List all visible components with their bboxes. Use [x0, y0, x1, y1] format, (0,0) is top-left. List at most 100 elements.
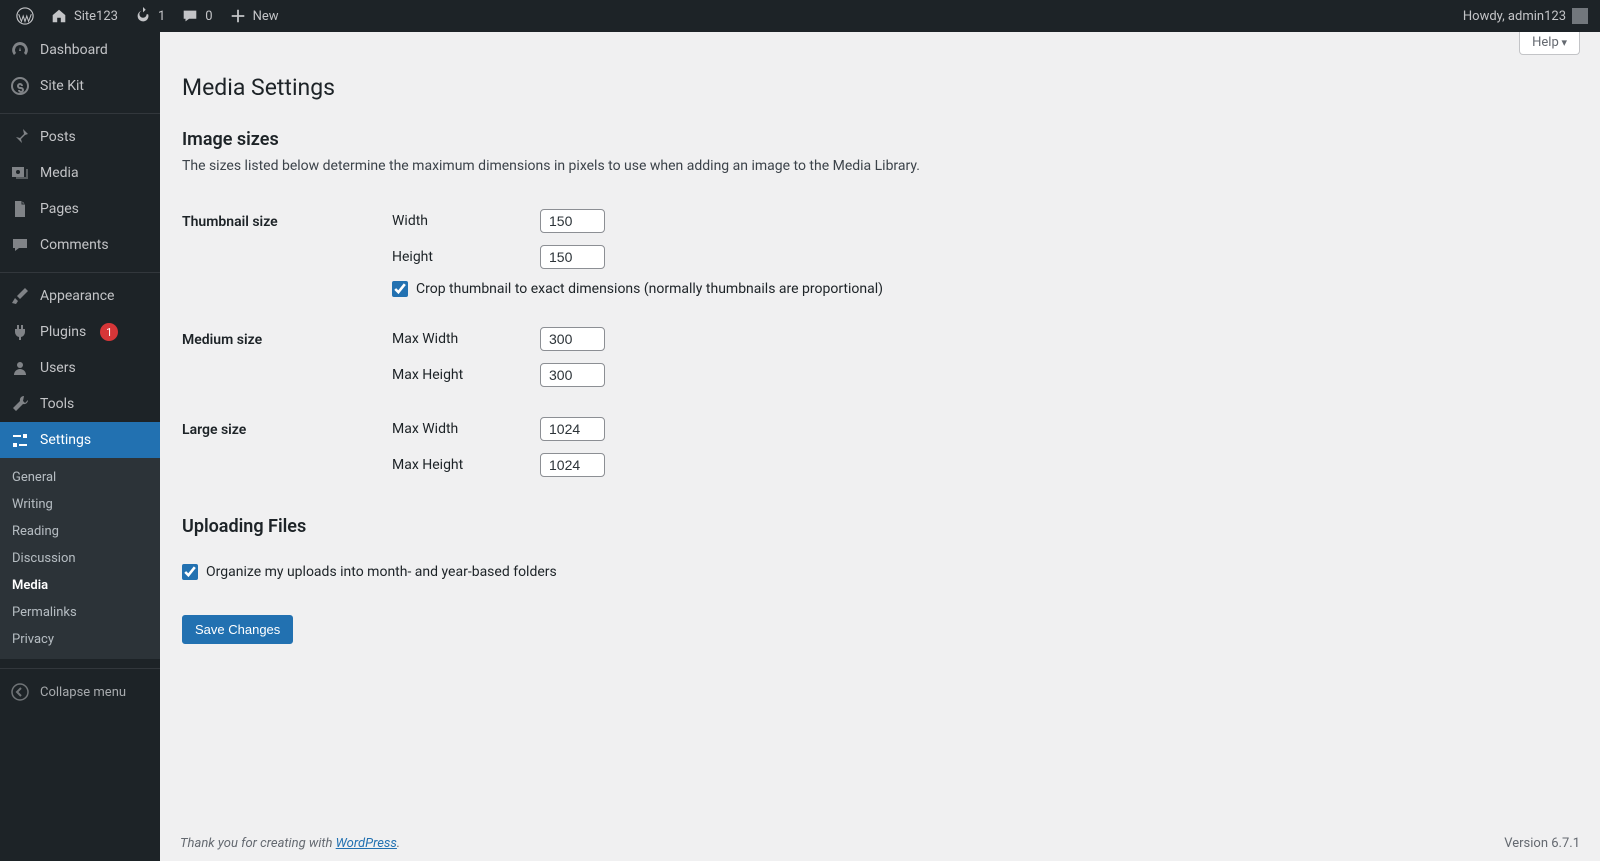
- menu-pages[interactable]: Pages: [0, 191, 160, 227]
- medium-row: Medium size Max Width Max Height: [182, 312, 1580, 402]
- sliders-icon: [10, 430, 30, 450]
- medium-height-input[interactable]: [540, 363, 605, 387]
- thumbnail-fields: Width Height Crop thumbnail to exact dim…: [382, 194, 1580, 312]
- organize-checkbox[interactable]: [182, 564, 198, 580]
- submenu-reading[interactable]: Reading: [0, 518, 160, 545]
- image-sizes-desc: The sizes listed below determine the max…: [182, 158, 1580, 174]
- menu-label: Plugins: [40, 324, 86, 340]
- page-title: Media Settings: [182, 65, 1580, 105]
- menu-settings[interactable]: Settings: [0, 422, 160, 458]
- large-row: Large size Max Width Max Height: [182, 402, 1580, 492]
- thumbnail-row: Thumbnail size Width Height Crop thumbna…: [182, 194, 1580, 312]
- medium-width-label: Max Width: [392, 331, 540, 347]
- comment-icon: [10, 235, 30, 255]
- updates-count: 1: [158, 9, 165, 24]
- medium-width-row: Max Width: [392, 327, 1570, 351]
- menu-label: Media: [40, 165, 79, 181]
- menu-plugins[interactable]: Plugins 1: [0, 314, 160, 350]
- settings-submenu: General Writing Reading Discussion Media…: [0, 458, 160, 659]
- menu-sitekit[interactable]: Site Kit: [0, 68, 160, 104]
- plus-icon: [229, 7, 247, 25]
- collapse-menu[interactable]: Collapse menu: [0, 674, 160, 710]
- sitekit-icon: [10, 76, 30, 96]
- page-icon: [10, 199, 30, 219]
- upload-table: Organize my uploads into month- and year…: [182, 545, 1580, 595]
- thumb-crop-checkbox[interactable]: [392, 281, 408, 297]
- submenu-discussion[interactable]: Discussion: [0, 545, 160, 572]
- menu-tools[interactable]: Tools: [0, 386, 160, 422]
- submenu-media[interactable]: Media: [0, 572, 160, 599]
- toolbar-right[interactable]: Howdy, admin123: [1463, 8, 1592, 24]
- menu-media[interactable]: Media: [0, 155, 160, 191]
- updates-link[interactable]: 1: [126, 0, 173, 32]
- comments-link[interactable]: 0: [173, 0, 220, 32]
- plugins-badge: 1: [100, 323, 118, 341]
- menu-label: Appearance: [40, 288, 114, 304]
- brush-icon: [10, 286, 30, 306]
- medium-height-row: Max Height: [392, 363, 1570, 387]
- menu-comments[interactable]: Comments: [0, 227, 160, 263]
- collapse-label: Collapse menu: [40, 685, 126, 700]
- menu-separator: [0, 268, 160, 273]
- help-tab[interactable]: Help: [1519, 32, 1580, 55]
- menu-label: Pages: [40, 201, 79, 217]
- thumb-width-label: Width: [392, 213, 540, 229]
- menu-separator: [0, 664, 160, 669]
- menu-appearance[interactable]: Appearance: [0, 278, 160, 314]
- footer-version: Version 6.7.1: [1504, 836, 1580, 851]
- menu-dashboard[interactable]: Dashboard: [0, 32, 160, 68]
- dashboard-icon: [10, 40, 30, 60]
- new-label: New: [253, 9, 279, 24]
- save-button[interactable]: Save Changes: [182, 615, 293, 644]
- comments-count: 0: [205, 9, 212, 24]
- medium-height-label: Max Height: [392, 367, 540, 383]
- update-icon: [134, 7, 152, 25]
- large-height-input[interactable]: [540, 453, 605, 477]
- menu-separator: [0, 109, 160, 114]
- thumb-width-input[interactable]: [540, 209, 605, 233]
- submenu-privacy[interactable]: Privacy: [0, 626, 160, 653]
- thumbnail-heading: Thumbnail size: [182, 194, 382, 312]
- greeting-text: Howdy, admin123: [1463, 9, 1566, 24]
- menu-label: Settings: [40, 432, 91, 448]
- pin-icon: [10, 127, 30, 147]
- large-heading: Large size: [182, 402, 382, 492]
- section-upload: Uploading Files: [182, 516, 1580, 537]
- submenu-permalinks[interactable]: Permalinks: [0, 599, 160, 626]
- footer: Thank you for creating with WordPress. V…: [160, 826, 1600, 861]
- large-height-row: Max Height: [392, 453, 1570, 477]
- menu-label: Users: [40, 360, 76, 376]
- comment-icon: [181, 7, 199, 25]
- toolbar-left: Site123 1 0 New: [8, 0, 287, 32]
- organize-cell: Organize my uploads into month- and year…: [182, 545, 1580, 595]
- medium-heading: Medium size: [182, 312, 382, 402]
- large-width-row: Max Width: [392, 417, 1570, 441]
- wordpress-icon: [16, 7, 34, 25]
- medium-width-input[interactable]: [540, 327, 605, 351]
- thumb-width-row: Width: [392, 209, 1570, 233]
- wp-link[interactable]: WordPress: [336, 836, 397, 851]
- site-name-link[interactable]: Site123: [42, 0, 126, 32]
- new-link[interactable]: New: [221, 0, 287, 32]
- thumb-height-label: Height: [392, 249, 540, 265]
- wrap: Media Settings Image sizes The sizes lis…: [160, 55, 1600, 644]
- menu-posts[interactable]: Posts: [0, 119, 160, 155]
- large-height-label: Max Height: [392, 457, 540, 473]
- organize-row-label[interactable]: Organize my uploads into month- and year…: [182, 564, 1570, 580]
- large-width-label: Max Width: [392, 421, 540, 437]
- wp-logo[interactable]: [8, 0, 42, 32]
- home-icon: [50, 7, 68, 25]
- large-width-input[interactable]: [540, 417, 605, 441]
- submenu-general[interactable]: General: [0, 464, 160, 491]
- submenu-writing[interactable]: Writing: [0, 491, 160, 518]
- menu-label: Posts: [40, 129, 76, 145]
- screen-meta: Help: [160, 32, 1600, 55]
- thumb-crop-row[interactable]: Crop thumbnail to exact dimensions (norm…: [392, 281, 1570, 297]
- medium-fields: Max Width Max Height: [382, 312, 1580, 402]
- menu-users[interactable]: Users: [0, 350, 160, 386]
- collapse-icon: [10, 682, 30, 702]
- media-icon: [10, 163, 30, 183]
- thumb-height-row: Height: [392, 245, 1570, 269]
- thumb-height-input[interactable]: [540, 245, 605, 269]
- large-fields: Max Width Max Height: [382, 402, 1580, 492]
